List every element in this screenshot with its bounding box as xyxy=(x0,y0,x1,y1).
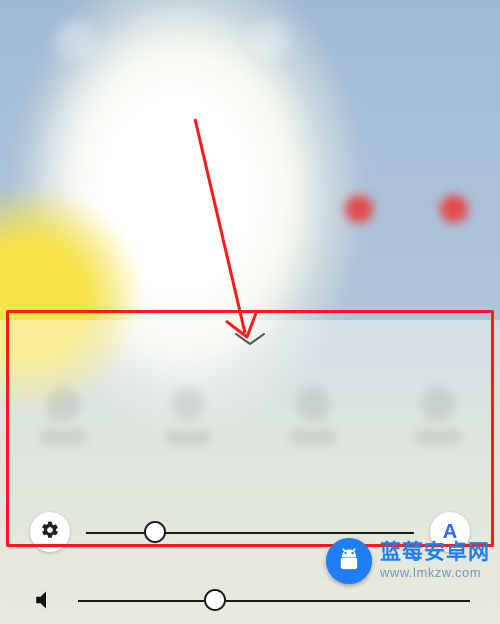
volume-slider[interactable] xyxy=(78,585,470,615)
watermark-site-name: 蓝莓安卓网 xyxy=(380,541,490,565)
slider-thumb[interactable] xyxy=(204,589,226,611)
volume-row xyxy=(30,578,470,622)
speaker-icon xyxy=(30,584,62,616)
annotation-rectangle xyxy=(6,310,494,547)
watermark-logo xyxy=(326,538,372,584)
slider-track xyxy=(78,600,470,602)
upper-blurred-area xyxy=(0,0,500,270)
watermark: 蓝莓安卓网 www.lmkzw.com xyxy=(326,538,490,584)
watermark-site-url: www.lmkzw.com xyxy=(380,566,490,581)
